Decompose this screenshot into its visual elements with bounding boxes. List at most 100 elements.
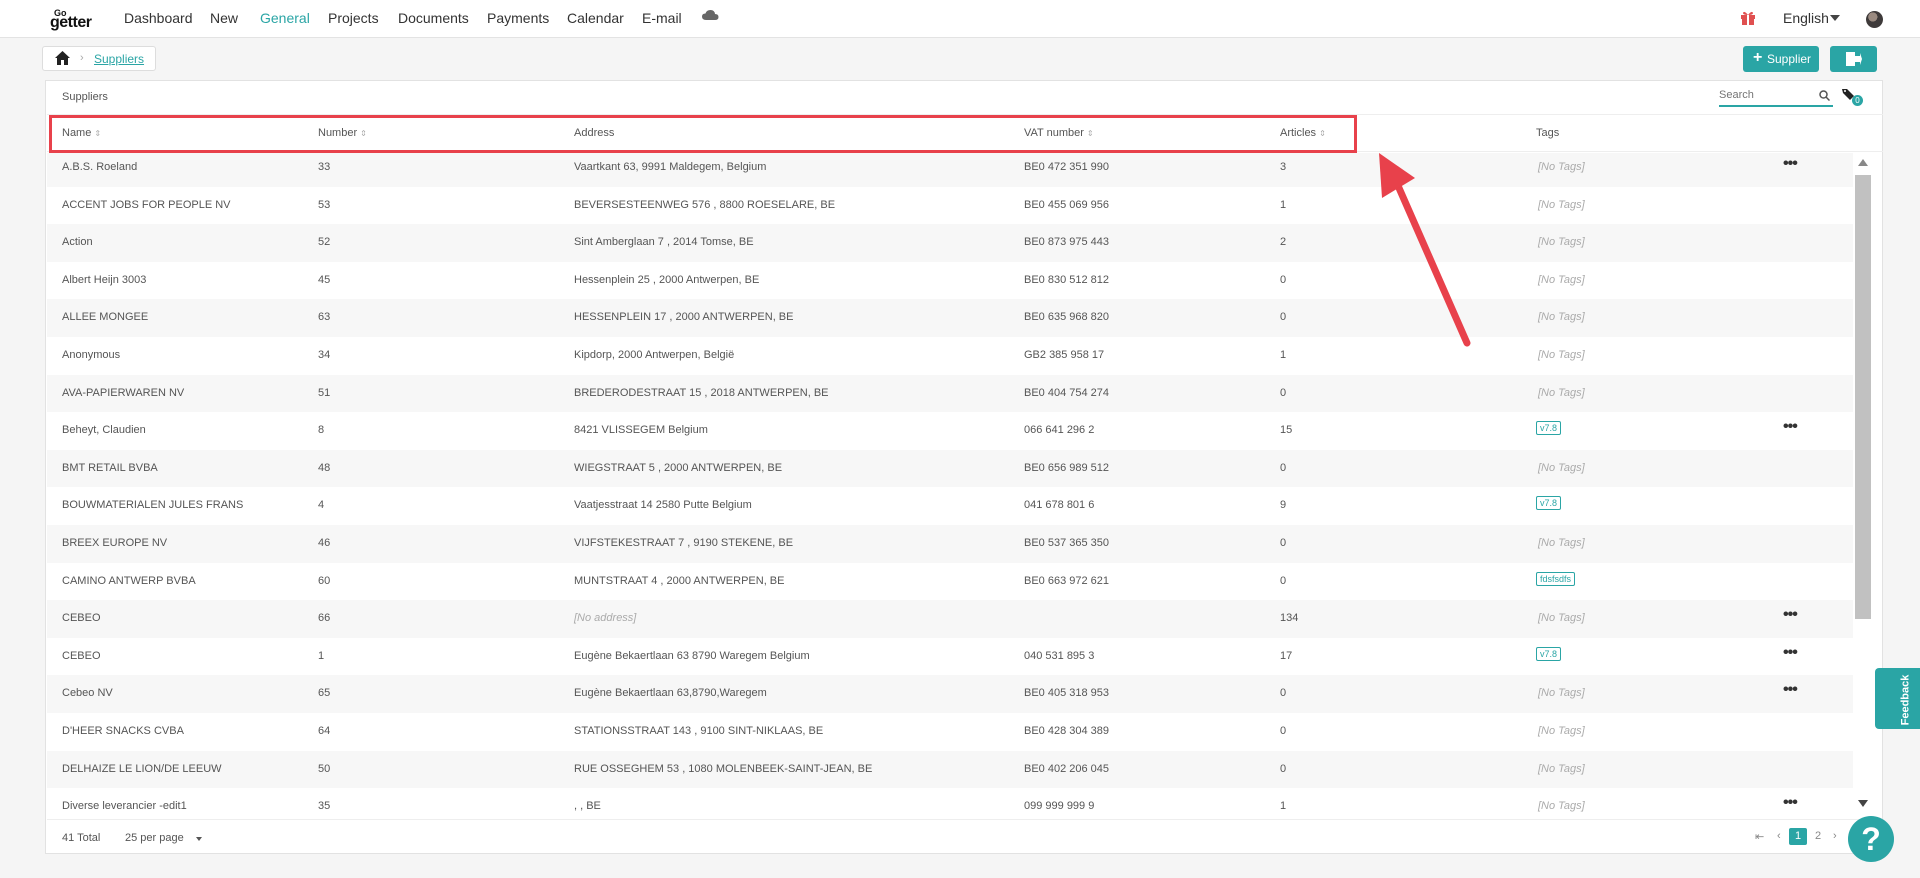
- row-menu-icon[interactable]: •••: [1783, 681, 1798, 699]
- cell-articles: 0: [1280, 273, 1287, 286]
- tag-badge[interactable]: v7.8: [1536, 421, 1562, 436]
- nav-new[interactable]: New: [210, 10, 238, 26]
- table-row[interactable]: Cebeo NV 65 Eugène Bekaertlaan 63,8790,War…: [47, 675, 1853, 713]
- cell-articles: 134: [1280, 612, 1299, 625]
- cell-articles: 17: [1280, 649, 1293, 662]
- table-row[interactable]: A.B.S. Roeland 33 Vaartkant 63, 9991 Malde…: [47, 153, 1853, 187]
- cell-name: DELHAIZE LE LION/DE LEEUW: [62, 762, 222, 775]
- user-avatar[interactable]: [1866, 11, 1883, 28]
- table-row[interactable]: DELHAIZE LE LION/DE LEEUW 50 RUE OSSEGHEM …: [47, 750, 1853, 789]
- gogetter-logo[interactable]: Go getter: [44, 8, 100, 31]
- breadcrumb-suppliers[interactable]: Suppliers: [94, 52, 144, 66]
- table-row[interactable]: Anonymous 34 Kipdorp, 2000 Antwerpen, Belg…: [47, 337, 1853, 375]
- row-menu-icon[interactable]: •••: [1783, 418, 1798, 436]
- nav-email[interactable]: E-mail: [642, 10, 682, 26]
- cell-tags-empty: [No Tags]: [1538, 461, 1585, 474]
- search-input[interactable]: [1719, 87, 1809, 103]
- table-body: A.B.S. Roeland 33 Vaartkant 63, 9991 Malde…: [47, 153, 1853, 815]
- cell-tags-empty: [No Tags]: [1538, 386, 1585, 399]
- cell-number: 4: [318, 499, 325, 512]
- table-row[interactable]: ALLEE MONGEE 63 HESSENPLEIN 17 , 2000 ANTW…: [47, 299, 1853, 337]
- page-2-button[interactable]: 2: [1815, 830, 1821, 842]
- cell-vat: BE0 663 972 621: [1024, 574, 1110, 587]
- cell-address: RUE OSSEGHEM 53 , 1080 MOLENBEEK-SAINT-J…: [574, 762, 873, 775]
- next-page-icon[interactable]: ›: [1833, 830, 1837, 842]
- table-row[interactable]: BOUWMATERIALEN JULES FRANS 4 Vaatjesstraat…: [47, 487, 1853, 525]
- per-page-select[interactable]: 25 per page: [125, 832, 184, 844]
- export-icon: [1846, 52, 1862, 66]
- table-row[interactable]: CEBEO 1 Eugène Bekaertlaan 63 8790 Waregem…: [47, 638, 1853, 676]
- row-menu-icon[interactable]: •••: [1783, 794, 1798, 812]
- cell-articles: 9: [1280, 499, 1287, 512]
- table-row[interactable]: BREEX EUROPE NV 46 VIJFSTEKESTRAAT 7 , 919…: [47, 525, 1853, 563]
- cell-address: BREDERODESTRAAT 15 , 2018 ANTWERPEN, BE: [574, 386, 829, 399]
- help-button[interactable]: ?: [1848, 816, 1894, 862]
- nav-projects[interactable]: Projects: [328, 10, 379, 26]
- cell-name: Diverse leverancier -edit1: [62, 800, 187, 813]
- row-menu-icon[interactable]: •••: [1783, 644, 1798, 662]
- cell-number: 50: [318, 762, 331, 775]
- page-1-button[interactable]: 1: [1789, 828, 1807, 845]
- cell-name: BMT RETAIL BVBA: [62, 461, 158, 474]
- chevron-down-icon[interactable]: [196, 837, 202, 841]
- cell-vat: BE0 402 206 045: [1024, 762, 1110, 775]
- home-icon[interactable]: [55, 51, 70, 70]
- table-row[interactable]: Action 52 Sint Amberglaan 7 , 2014 Tomse, …: [47, 224, 1853, 262]
- table-row[interactable]: D'HEER SNACKS CVBA 64 STATIONSSTRAAT 143 ,…: [47, 713, 1853, 751]
- cell-articles: 0: [1280, 461, 1287, 474]
- cell-name: BOUWMATERIALEN JULES FRANS: [62, 499, 244, 512]
- cell-number: 65: [318, 687, 331, 700]
- panel-title: Suppliers: [62, 91, 108, 103]
- first-page-icon[interactable]: ⇤: [1755, 830, 1764, 843]
- cell-vat: BE0 830 512 812: [1024, 273, 1110, 286]
- table-row[interactable]: ACCENT JOBS FOR PEOPLE NV 53 BEVERSESTEENW…: [47, 187, 1853, 225]
- cloud-icon[interactable]: [702, 8, 719, 26]
- cell-vat: 040 531 895 3: [1024, 649, 1095, 662]
- cell-articles: 0: [1280, 537, 1287, 549]
- cell-address: Eugène Bekaertlaan 63 8790 Waregem Belgi…: [574, 649, 810, 662]
- nav-documents[interactable]: Documents: [398, 10, 469, 26]
- row-menu-icon[interactable]: •••: [1783, 606, 1798, 624]
- nav-payments[interactable]: Payments: [487, 10, 549, 26]
- cell-articles: 0: [1280, 725, 1287, 737]
- scroll-up-icon[interactable]: [1858, 159, 1868, 166]
- cell-address: VIJFSTEKESTRAAT 7 , 9190 STEKENE, BE: [574, 537, 794, 549]
- row-menu-icon[interactable]: •••: [1783, 155, 1798, 173]
- nav-calendar[interactable]: Calendar: [567, 10, 624, 26]
- feedback-tab[interactable]: Feedback: [1875, 668, 1920, 729]
- table-row[interactable]: Albert Heijn 3003 45 Hessenplein 25 , 2000…: [47, 262, 1853, 300]
- table-row[interactable]: CEBEO 66 [No address] 134 [No Tags] •••: [47, 600, 1853, 638]
- search-icon[interactable]: [1819, 88, 1831, 106]
- gift-icon[interactable]: [1740, 10, 1756, 31]
- cell-articles: 0: [1280, 574, 1287, 587]
- table-row[interactable]: Diverse leverancier -edit1 35 , , BE 099 99…: [47, 788, 1853, 815]
- cell-tags-empty: [No Tags]: [1538, 236, 1585, 249]
- nav-dashboard[interactable]: Dashboard: [124, 10, 193, 26]
- table-row[interactable]: Beheyt, Claudien 8 8421 VLISSEGEM Belgium 0…: [47, 412, 1853, 450]
- table-row[interactable]: CAMINO ANTWERP BVBA 60 MUNTSTRAAT 4 , 2000…: [47, 563, 1853, 601]
- add-supplier-button[interactable]: + Supplier: [1743, 46, 1819, 72]
- cell-vat: BE0 635 968 820: [1024, 311, 1110, 324]
- cell-vat: BE0 404 754 274: [1024, 386, 1110, 399]
- cell-name: Beheyt, Claudien: [62, 424, 146, 437]
- table-row[interactable]: BMT RETAIL BVBA 48 WIEGSTRAAT 5 , 2000 ANT…: [47, 449, 1853, 488]
- tag-badge[interactable]: fdsfsdfs: [1536, 571, 1576, 586]
- table-row[interactable]: AVA-PAPIERWAREN NV 51 BREDERODESTRAAT 15 ,…: [47, 374, 1853, 413]
- language-selector[interactable]: English: [1783, 10, 1829, 26]
- total-count: 41 Total: [62, 832, 101, 844]
- tag-badge[interactable]: v7.8: [1536, 646, 1562, 661]
- scroll-thumb[interactable]: [1855, 175, 1871, 619]
- cell-tags-empty: [No Tags]: [1538, 311, 1585, 324]
- scroll-down-icon[interactable]: [1858, 800, 1868, 807]
- nav-general[interactable]: General: [260, 10, 310, 26]
- cell-articles: 0: [1280, 386, 1287, 399]
- cell-vat: BE0 405 318 953: [1024, 687, 1110, 700]
- prev-page-icon[interactable]: ‹: [1777, 830, 1781, 842]
- table-scrollbar[interactable]: [1853, 153, 1873, 815]
- breadcrumb: › Suppliers: [42, 46, 156, 71]
- tag-badge[interactable]: v7.8: [1536, 496, 1562, 511]
- cell-number: 53: [318, 198, 331, 211]
- cell-name: AVA-PAPIERWAREN NV: [62, 386, 185, 399]
- export-button[interactable]: [1830, 46, 1877, 72]
- cell-number: 34: [318, 349, 331, 361]
